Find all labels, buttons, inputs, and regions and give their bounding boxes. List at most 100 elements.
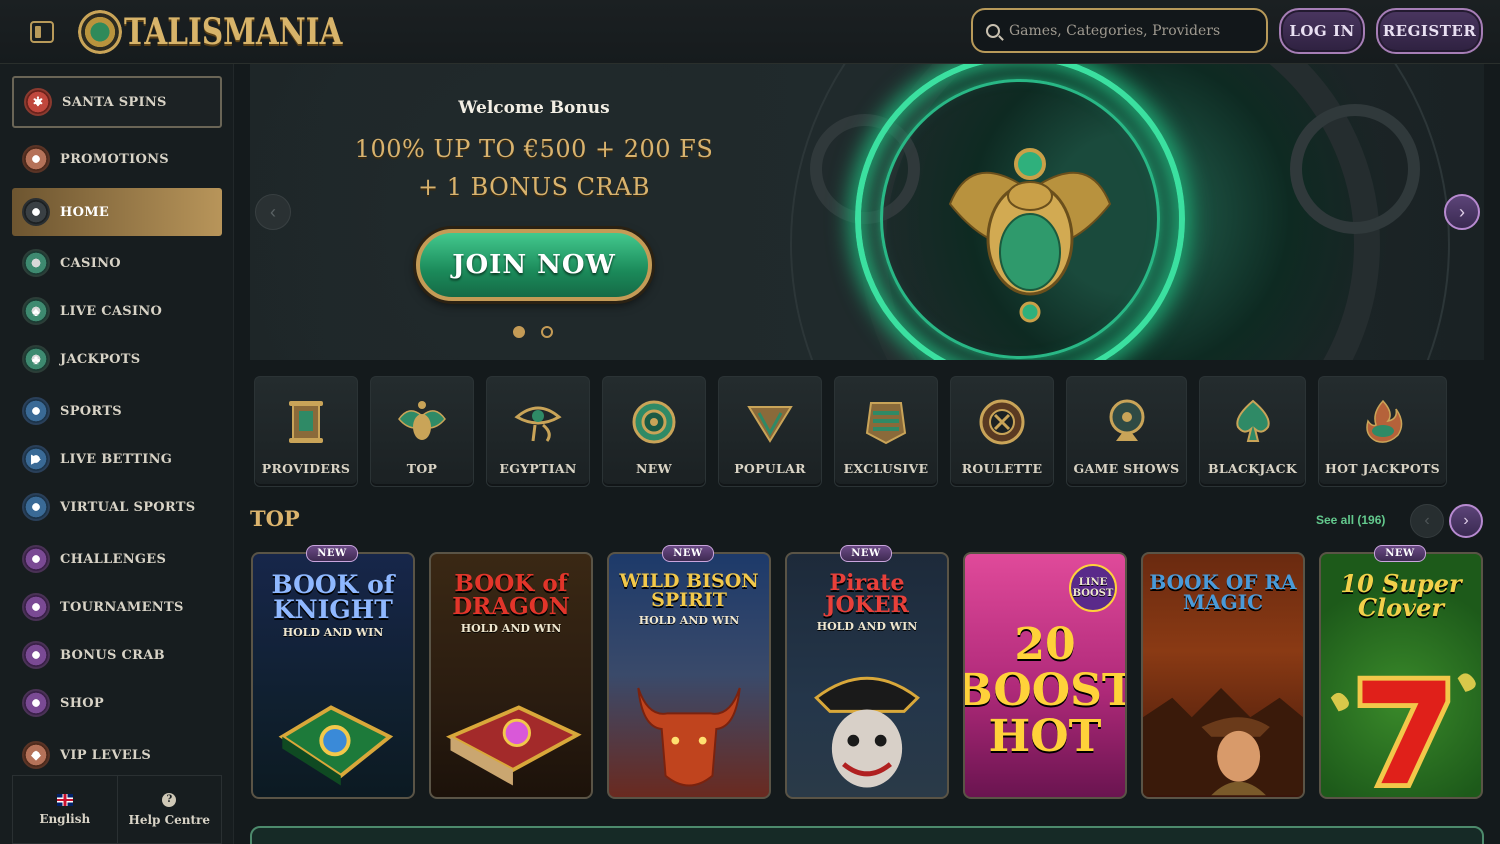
category-new[interactable]: NEW [602, 376, 706, 487]
category-roulette[interactable]: ROULETTE [950, 376, 1054, 487]
sidebar-item-home[interactable]: HOME [12, 188, 222, 236]
sidebar-item-jackpots[interactable]: ♣ JACKPOTS [12, 336, 222, 382]
category-label: EGYPTIAN [499, 461, 577, 476]
medal-icon [22, 545, 50, 573]
category-label: BLACKJACK [1208, 461, 1297, 476]
category-popular[interactable]: POPULAR [718, 376, 822, 487]
new-badge: NEW [840, 545, 892, 562]
sidebar-item-live-betting[interactable]: ▶ LIVE BETTING [12, 436, 222, 482]
game-artwork [814, 676, 920, 788]
sidebar-item-santa-spins[interactable]: ✻ SANTA SPINS [12, 76, 222, 128]
game-card-20-boost-hot[interactable]: 20 BOOST HOT LINE BOOST [963, 552, 1127, 799]
category-label: PROVIDERS [261, 461, 351, 476]
category-label: HOT JACKPOTS [1325, 461, 1440, 476]
scarab-logo-icon [78, 10, 122, 54]
hero-prev-button[interactable]: ‹ [255, 194, 291, 230]
search-box[interactable] [971, 8, 1268, 53]
sun-disc-icon [632, 400, 676, 444]
game-card-book-of-knight[interactable]: BOOK of KNIGHT HOLD AND WIN [251, 552, 415, 799]
game-card-book-of-ra-magic[interactable]: BOOK OF RA MAGIC [1141, 552, 1305, 799]
games-prev-button[interactable]: ‹ [1410, 504, 1444, 538]
search-icon [986, 24, 1000, 38]
category-label: TOP [406, 461, 438, 476]
golden-scarab-icon [948, 148, 1112, 323]
game-card-pirate-joker[interactable]: Pirate JOKER HOLD AND WIN [785, 552, 949, 799]
gamepad-icon [22, 493, 50, 521]
sidebar-item-live-casino[interactable]: ♠ LIVE CASINO [12, 288, 222, 334]
category-blackjack[interactable]: BLACKJACK [1199, 376, 1306, 487]
lotus-icon [747, 406, 793, 443]
login-button[interactable]: LOG IN [1279, 8, 1365, 54]
decorative-ring [1290, 104, 1420, 234]
game-card-book-of-dragon[interactable]: BOOK of DRAGON HOLD AND WIN [429, 552, 593, 799]
casino-chip-icon [22, 249, 50, 277]
sidebar-item-bonus-crab[interactable]: BONUS CRAB [12, 632, 222, 678]
category-egyptian[interactable]: EGYPTIAN [486, 376, 590, 487]
new-badge: NEW [662, 545, 714, 562]
gift-box-icon [22, 145, 50, 173]
spade-tree-icon [1235, 399, 1270, 442]
hero-title: Welcome Bonus [458, 98, 610, 118]
sidebar-item-label: VIRTUAL SPORTS [60, 499, 196, 515]
sidebar-item-label: JACKPOTS [60, 351, 141, 367]
sidebar-item-casino[interactable]: CASINO [12, 240, 222, 286]
category-providers[interactable]: PROVIDERS [254, 376, 358, 487]
category-hot-jackpots[interactable]: HOT JACKPOTS [1318, 376, 1447, 487]
sidebar-item-label: HOME [60, 204, 110, 220]
language-selector[interactable]: English [13, 776, 117, 843]
game-subtitle: HOLD AND WIN [816, 620, 918, 633]
sidebar-item-label: LIVE CASINO [60, 303, 163, 319]
sidebar-item-label: CHALLENGES [60, 551, 167, 567]
game-title: Pirate JOKER [825, 570, 909, 618]
logo[interactable]: TALISMANIA [78, 8, 390, 56]
language-label: English [39, 811, 91, 826]
sidebar-item-virtual-sports[interactable]: VIRTUAL SPORTS [12, 484, 222, 530]
sidebar-item-label: SPORTS [60, 403, 122, 419]
games-next-button[interactable]: › [1449, 504, 1483, 538]
category-exclusive[interactable]: EXCLUSIVE [834, 376, 938, 487]
sidebar-item-promotions[interactable]: PROMOTIONS [12, 136, 222, 182]
sidebar-item-vip-levels[interactable]: ◆ VIP LEVELS [12, 732, 222, 778]
snowflake-icon: ✻ [24, 88, 52, 116]
search-input[interactable] [1009, 22, 1249, 39]
sidebar-item-tournaments[interactable]: TOURNAMENTS [12, 584, 222, 630]
spade-icon: ♠ [22, 297, 50, 325]
diamond-icon: ◆ [22, 741, 50, 769]
crab-icon [22, 641, 50, 669]
sidebar-item-label: CASINO [60, 255, 121, 271]
sidebar-item-challenges[interactable]: CHALLENGES [12, 536, 222, 582]
brand-name: TALISMANIA [124, 11, 343, 53]
game-card-wild-bison-spirit[interactable]: WILD BISON SPIRIT HOLD AND WIN [607, 552, 771, 799]
game-title: BOOK OF RA MAGIC [1149, 570, 1297, 614]
sidebar-item-label: PROMOTIONS [60, 151, 169, 167]
sidebar-footer: English ? Help Centre [12, 775, 222, 844]
slide-dot[interactable] [513, 326, 525, 338]
sidebar-item-sports[interactable]: SPORTS [12, 388, 222, 434]
category-top[interactable]: TOP [370, 376, 474, 487]
register-button[interactable]: REGISTER [1376, 8, 1483, 54]
category-game-shows[interactable]: GAME SHOWS [1066, 376, 1187, 487]
game-title: 20 BOOST HOT [963, 619, 1127, 763]
hero-next-button[interactable]: › [1444, 194, 1480, 230]
pharaoh-icon [865, 402, 907, 445]
see-all-link[interactable]: See all (196) [1316, 513, 1385, 527]
sidebar-toggle-icon[interactable] [30, 21, 54, 43]
hero-banner[interactable]: Welcome Bonus 100% UP TO €500 + 200 FS +… [250, 64, 1484, 360]
game-artwork [278, 705, 394, 786]
chevron-right-icon: › [1459, 201, 1465, 222]
game-artwork [445, 705, 582, 786]
category-label: GAME SHOWS [1073, 461, 1180, 476]
game-title: BOOK of KNIGHT [271, 570, 395, 624]
flame-pot-icon [1365, 399, 1402, 443]
help-icon: ? [162, 792, 177, 807]
new-badge: NEW [1374, 545, 1426, 562]
shop-icon [22, 689, 50, 717]
help-centre-link[interactable]: ? Help Centre [116, 776, 222, 843]
join-now-button[interactable]: JOIN NOW [416, 229, 652, 301]
sidebar-item-shop[interactable]: SHOP [12, 680, 222, 726]
slide-dot[interactable] [541, 326, 553, 338]
game-card-10-super-clover[interactable]: 10 Super Clover [1319, 552, 1483, 799]
section-title: TOP [250, 506, 300, 531]
game-artwork [1143, 687, 1303, 796]
uk-flag-icon [56, 793, 73, 806]
